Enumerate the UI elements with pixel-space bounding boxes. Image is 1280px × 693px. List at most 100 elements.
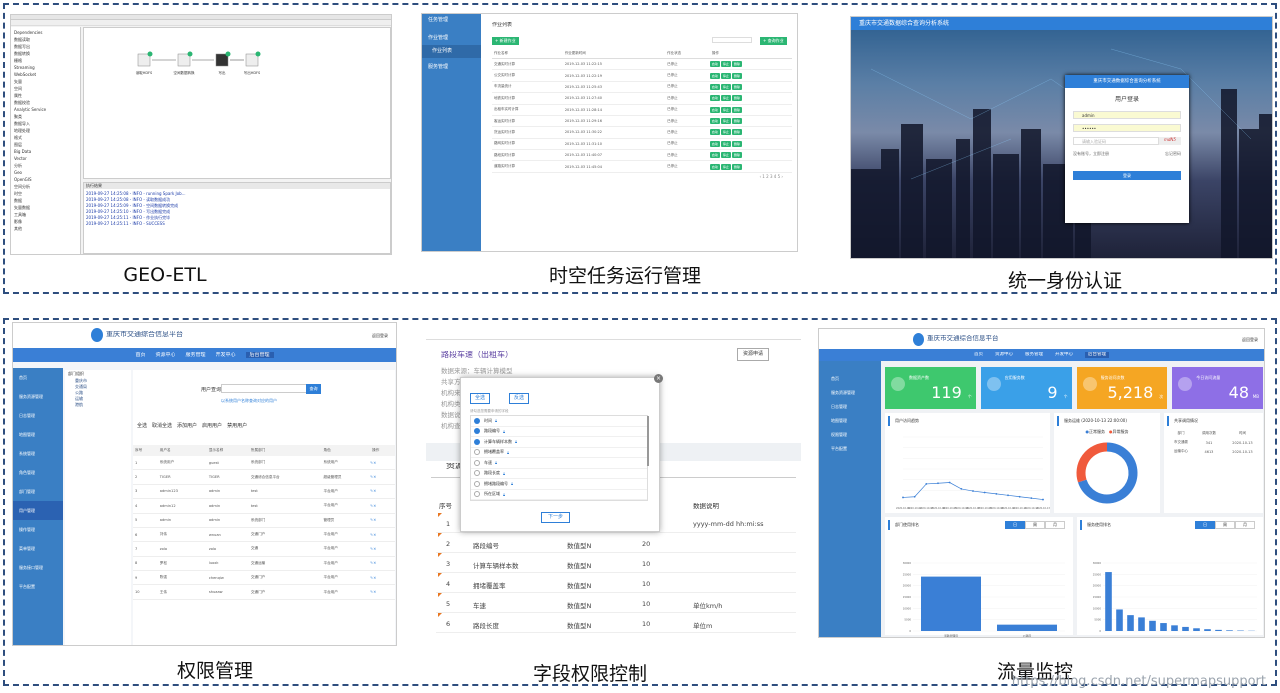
etl-node[interactable] [215, 53, 229, 67]
task-op-button[interactable]: 停止 [720, 83, 731, 90]
task-op-button[interactable]: 启动 [709, 152, 720, 159]
bar[interactable] [1116, 609, 1123, 631]
etl-tree-item[interactable]: 矢量数据 [14, 204, 77, 211]
bar[interactable] [1160, 623, 1167, 631]
task-search-button[interactable]: + 查询作业 [760, 37, 787, 45]
task-op-button[interactable]: 删除 [731, 129, 742, 136]
perm-nav-item[interactable]: 首页 [135, 352, 145, 358]
checkbox-icon[interactable] [474, 491, 480, 498]
flow-dept-tab-week[interactable]: 周 [1025, 521, 1045, 529]
etl-tree-item[interactable]: 数据转换 [14, 50, 77, 57]
task-op-button[interactable]: 启动 [709, 72, 720, 79]
task-menu-1[interactable]: 作业管理 [422, 27, 481, 45]
perm-nav-item[interactable]: 服务管理 [185, 352, 205, 358]
etl-tree-item[interactable]: 数据写出 [14, 43, 77, 50]
flow-svc-tab-month[interactable]: 月 [1235, 521, 1255, 529]
field-dialog-option[interactable]: 路段长度 🔒︎ [471, 469, 647, 479]
field-dialog-next[interactable]: 下一步 [541, 512, 571, 523]
task-op-button[interactable]: 启动 [709, 163, 720, 170]
bar[interactable] [1215, 629, 1222, 631]
flow-side-item[interactable]: 权限管理 [819, 429, 881, 443]
task-menu-2[interactable]: 作业列表 [422, 45, 481, 58]
perm-side-item[interactable]: 系统管理 [13, 444, 63, 463]
flow-side-item[interactable]: 日志管理 [819, 401, 881, 415]
checked-checkbox-icon[interactable] [474, 417, 480, 424]
etl-tree-item[interactable]: 影像 [14, 218, 77, 225]
field-dialog-option[interactable]: 路段编号 🔒︎ [471, 427, 647, 437]
perm-side-item[interactable]: 操作管理 [13, 520, 63, 539]
flow-nav-item[interactable]: 首页 [974, 352, 983, 358]
task-op-button[interactable]: 停止 [720, 118, 731, 125]
perm-side-item[interactable]: 地图管理 [13, 425, 63, 444]
flow-nav-item[interactable]: 后台管理 [1085, 352, 1109, 358]
flow-dept-tab-day[interactable]: 日 [1005, 521, 1025, 529]
auth-captcha-image[interactable]: mdN5 [1159, 137, 1181, 145]
perm-side-item[interactable]: 日志管理 [13, 406, 63, 425]
etl-tree-item[interactable]: Analytic Service [14, 106, 77, 113]
task-op-button[interactable]: 停止 [720, 61, 731, 68]
perm-action[interactable]: 禁用用户 [227, 422, 247, 429]
perm-side-item[interactable]: 服务资源管理 [13, 387, 63, 406]
task-op-button[interactable]: 停止 [720, 152, 731, 159]
auth-forgot-link[interactable]: 忘记密码 [1165, 151, 1181, 157]
field-dialog-invert[interactable]: 反选 [509, 393, 530, 404]
task-add-button[interactable]: + 新建作业 [492, 37, 519, 45]
etl-tree-item[interactable]: OpenGIS [14, 176, 77, 183]
task-op-button[interactable]: 停止 [720, 140, 731, 147]
bar[interactable] [1193, 628, 1200, 631]
etl-tree-item[interactable]: 数据导入 [14, 120, 77, 127]
delete-icon[interactable]: ✕ [373, 504, 376, 508]
field-dialog-option[interactable]: 计算车辆样本数 🔒︎ [471, 437, 647, 448]
delete-icon[interactable]: ✕ [373, 489, 376, 493]
auth-captcha-input[interactable]: 请输入验证码 [1073, 137, 1159, 145]
perm-action[interactable]: 全选 [137, 422, 147, 429]
task-op-button[interactable]: 删除 [731, 95, 742, 102]
etl-tree-item[interactable]: 工具箱 [14, 211, 77, 218]
task-pagination[interactable]: ‹ 1 2 3 4 5 › [759, 174, 783, 180]
perm-side-item[interactable]: 菜单管理 [13, 539, 63, 558]
bar[interactable] [1204, 629, 1211, 631]
etl-canvas[interactable]: 读取HDFS 空间数据转换 写出 写出HDFS [83, 27, 391, 179]
field-dialog-option[interactable]: 所在区域 🔒︎ [471, 490, 647, 500]
delete-icon[interactable]: ✕ [373, 475, 376, 479]
etl-node[interactable] [245, 53, 259, 67]
task-op-button[interactable]: 停止 [720, 72, 731, 79]
etl-tree-item[interactable]: 空间 [14, 85, 77, 92]
field-dialog-option[interactable]: 车速 🔒︎ [471, 458, 647, 469]
delete-icon[interactable]: ✕ [373, 461, 376, 465]
field-dialog-option[interactable]: 时间 🔒︎ [471, 416, 647, 427]
perm-action[interactable]: 添加用户 [177, 422, 197, 429]
checked-checkbox-icon[interactable] [474, 428, 480, 435]
etl-tree-item[interactable]: 数据 [14, 197, 77, 204]
task-op-button[interactable]: 启动 [709, 95, 720, 102]
flow-logout-link[interactable]: 返回登录 [1242, 337, 1258, 343]
task-op-button[interactable]: 停止 [720, 95, 731, 102]
bar[interactable] [1182, 626, 1189, 631]
delete-icon[interactable]: ✕ [373, 590, 376, 594]
perm-side-item[interactable]: 部门管理 [13, 482, 63, 501]
flow-nav-item[interactable]: 开发中心 [1055, 352, 1073, 358]
delete-icon[interactable]: ✕ [373, 547, 376, 551]
task-op-button[interactable]: 启动 [709, 118, 720, 125]
auth-password-field[interactable]: •••••• [1073, 124, 1181, 132]
perm-action[interactable]: 取消全选 [152, 422, 172, 429]
etl-node[interactable] [137, 53, 151, 67]
field-dialog-close-icon[interactable]: × [654, 374, 663, 383]
etl-tree-item[interactable]: 属性 [14, 92, 77, 99]
delete-icon[interactable]: ✕ [373, 561, 376, 565]
task-op-button[interactable]: 删除 [731, 152, 742, 159]
etl-tree-item[interactable]: Streaming [14, 64, 77, 71]
perm-side-item[interactable]: 服务接口管理 [13, 558, 63, 577]
perm-tree-item[interactable]: 港航 [65, 402, 131, 408]
perm-side-item[interactable]: 平台配置 [13, 577, 63, 596]
perm-side-item[interactable]: 首页 [13, 368, 63, 387]
task-search-input[interactable] [712, 37, 752, 43]
etl-tree-item[interactable]: Big Data [14, 148, 77, 155]
delete-icon[interactable]: ✕ [373, 576, 376, 580]
etl-tree-item[interactable]: 聚类 [14, 113, 77, 120]
task-op-button[interactable]: 启动 [709, 106, 720, 113]
task-menu-0[interactable]: 任务管理 [422, 14, 481, 27]
perm-nav-item[interactable]: 资源中心 [155, 352, 175, 358]
flow-side-item[interactable]: 平台配置 [819, 443, 881, 457]
field-dialog-option[interactable]: 拥堵覆盖率 🔒︎ [471, 448, 647, 458]
